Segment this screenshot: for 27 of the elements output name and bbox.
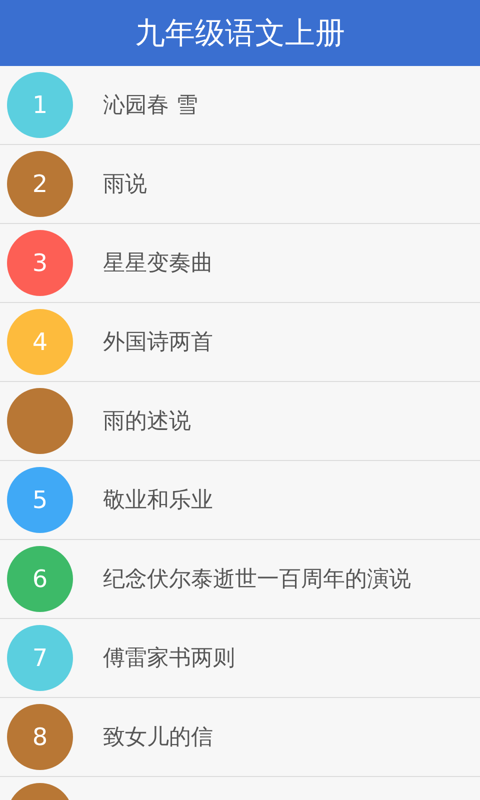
lesson-item[interactable]: 7 傅雷家书两则: [0, 619, 480, 698]
lesson-title: 外国诗两首: [103, 328, 213, 356]
lesson-number: 4: [32, 327, 48, 358]
lesson-item[interactable]: 2 雨说: [0, 145, 480, 224]
page-title: 九年级语文上册: [135, 14, 345, 52]
lesson-number: 2: [32, 169, 48, 200]
lesson-item[interactable]: 4 外国诗两首: [0, 303, 480, 382]
lesson-item[interactable]: 6 纪念伏尔泰逝世一百周年的演说: [0, 540, 480, 619]
lesson-title: 雨说: [103, 170, 147, 198]
lesson-number: 1: [32, 90, 48, 121]
lesson-item[interactable]: 雨的述说: [0, 382, 480, 461]
lesson-title: 致女儿的信: [103, 724, 213, 752]
lesson-item[interactable]: 3 星星变奏曲: [0, 224, 480, 303]
lesson-number: 6: [32, 564, 48, 595]
lesson-title: 星星变奏曲: [103, 250, 213, 278]
lesson-item[interactable]: 5 敬业和乐业: [0, 461, 480, 540]
lesson-title: 沁园春 雪: [103, 92, 198, 120]
lesson-item[interactable]: 1 沁园春 雪: [0, 66, 480, 145]
lesson-title: 傅雷家书两则: [103, 644, 235, 672]
lesson-number: 5: [32, 485, 48, 516]
lesson-title: 纪念伏尔泰逝世一百周年的演说: [103, 566, 411, 594]
lesson-title: 敬业和乐业: [103, 486, 213, 514]
lesson-item[interactable]: 8 致女儿的信: [0, 698, 480, 777]
lesson-number: 7: [32, 643, 48, 674]
lesson-title: 雨的述说: [103, 408, 191, 436]
lesson-number: 8: [32, 722, 48, 753]
lesson-number: 3: [32, 248, 48, 279]
